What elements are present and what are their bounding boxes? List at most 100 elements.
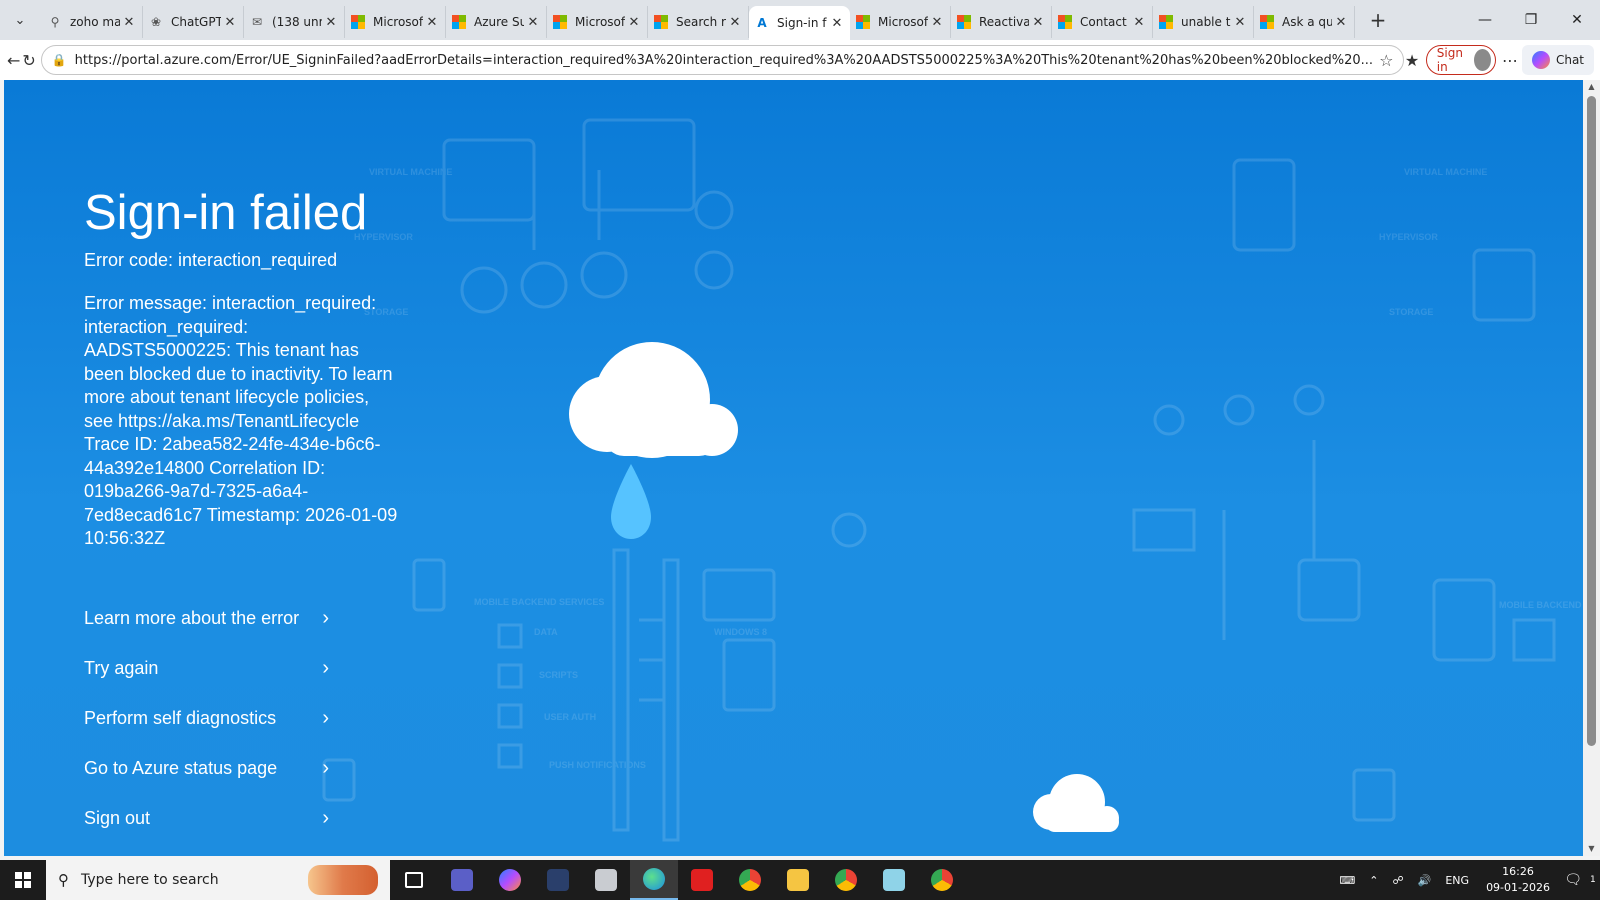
close-icon[interactable]: ✕ <box>627 15 641 30</box>
tab-label: Search re <box>676 15 726 29</box>
chevron-up-icon[interactable]: ⌃ <box>1362 874 1385 887</box>
address-bar[interactable]: 🔒 https://portal.azure.com/Error/UE_Sign… <box>40 45 1405 75</box>
search-highlight-image <box>308 865 378 895</box>
edge-button[interactable] <box>630 860 678 900</box>
file-explorer-button[interactable] <box>774 860 822 900</box>
scroll-down-icon[interactable]: ▼ <box>1583 842 1600 856</box>
browser-toolbar: ← ↻ 🔒 https://portal.azure.com/Error/UE_… <box>0 40 1600 80</box>
close-icon[interactable]: ✕ <box>830 16 844 31</box>
lock-icon[interactable]: 🔒 <box>52 53 67 67</box>
ssms-button[interactable] <box>534 860 582 900</box>
tab-6[interactable]: Search re✕ <box>648 6 749 38</box>
close-icon[interactable]: ✕ <box>526 15 540 30</box>
bg-label-user-auth: USER AUTH <box>544 712 596 722</box>
new-tab-button[interactable]: + <box>1363 5 1393 35</box>
microsoft-icon <box>1159 15 1173 29</box>
link-try-again[interactable]: Try again › <box>84 643 329 693</box>
page-scrollbar[interactable]: ▲ ▼ <box>1583 80 1600 856</box>
tab-8[interactable]: Microsof ✕ <box>850 6 951 38</box>
task-view-button[interactable] <box>390 860 438 900</box>
close-icon[interactable]: ✕ <box>1031 15 1045 30</box>
clock[interactable]: 16:26 09-01-2026 <box>1476 864 1560 896</box>
chrome-button[interactable] <box>726 860 774 900</box>
azure-icon: A <box>757 16 767 30</box>
tab-3[interactable]: Microsof ✕ <box>345 6 446 38</box>
tab-10[interactable]: Contact ✕ <box>1052 6 1153 38</box>
url-text[interactable]: https://portal.azure.com/Error/UE_Signin… <box>75 53 1373 68</box>
wps-office-button[interactable] <box>678 860 726 900</box>
mail-icon: ✉ <box>251 15 263 29</box>
tab-0[interactable]: ⚲ zoho ma ✕ <box>42 6 143 38</box>
tab-7[interactable]: A Sign-in f ✕ <box>749 6 850 40</box>
close-icon[interactable]: ✕ <box>728 15 742 30</box>
error-code: Error code: interaction_required <box>84 250 338 270</box>
chrome-profile-button[interactable] <box>822 860 870 900</box>
keyboard-icon[interactable]: ⌨ <box>1332 874 1362 887</box>
chrome-app-button[interactable] <box>918 860 966 900</box>
favorite-star-icon[interactable]: ☆ <box>1379 51 1393 70</box>
copilot-app-icon <box>499 869 521 891</box>
windows-logo-icon <box>15 872 31 888</box>
copilot-icon <box>1531 51 1550 69</box>
copilot-app-button[interactable] <box>486 860 534 900</box>
back-button[interactable]: ← <box>6 44 21 76</box>
snipping-tool-button[interactable] <box>582 860 630 900</box>
close-icon[interactable]: ✕ <box>122 15 136 30</box>
bg-label-hypervisor-right: HYPERVISOR <box>1379 232 1438 242</box>
scrollbar-thumb[interactable] <box>1587 96 1596 746</box>
taskbar-search[interactable]: ⚲ Type here to search <box>46 860 390 900</box>
copilot-chat-button[interactable]: Chat <box>1521 45 1594 75</box>
more-options-button[interactable]: ⋯ <box>1502 44 1518 76</box>
clock-time: 16:26 <box>1502 865 1534 878</box>
tab-12[interactable]: Ask a qu ✕ <box>1254 6 1355 38</box>
close-icon[interactable]: ✕ <box>324 15 338 30</box>
signin-label: Sign in <box>1436 46 1463 74</box>
teams-button[interactable] <box>438 860 486 900</box>
network-icon[interactable]: ☍ <box>1386 874 1411 887</box>
rain-cloud-icon <box>569 342 738 539</box>
plus-icon: + <box>1369 8 1387 32</box>
close-icon[interactable]: ✕ <box>1334 15 1348 30</box>
close-icon[interactable]: ✕ <box>223 15 237 30</box>
notification-center-button[interactable]: 🗨 1 <box>1560 860 1600 900</box>
link-azure-status[interactable]: Go to Azure status page › <box>84 743 329 793</box>
scroll-up-icon[interactable]: ▲ <box>1583 80 1600 94</box>
tab-11[interactable]: unable to✕ <box>1153 6 1254 38</box>
language-indicator[interactable]: ENG <box>1438 874 1476 887</box>
close-icon[interactable]: ✕ <box>425 15 439 30</box>
close-icon[interactable]: ✕ <box>1132 15 1146 30</box>
microsoft-icon <box>957 15 971 29</box>
search-icon: ⚲ <box>58 871 69 889</box>
volume-icon[interactable]: 🔊 <box>1411 874 1439 887</box>
refresh-button[interactable]: ↻ <box>21 44 36 76</box>
edge-icon <box>643 868 665 890</box>
link-learn-more[interactable]: Learn more about the error › <box>84 593 329 643</box>
microsoft-icon <box>1260 15 1274 29</box>
favorites-button[interactable]: ★ <box>1404 44 1419 76</box>
chevron-right-icon: › <box>322 656 329 679</box>
tab-1[interactable]: ❀ ChatGPT ✕ <box>143 6 244 38</box>
notepad-button[interactable] <box>870 860 918 900</box>
snipping-tool-icon <box>595 869 617 891</box>
profile-signin-button[interactable]: Sign in <box>1425 45 1496 75</box>
restore-button[interactable]: ❐ <box>1508 0 1554 40</box>
page-title: Sign-in failed <box>84 186 368 240</box>
tab-5[interactable]: Microsof ✕ <box>547 6 648 38</box>
tab-actions-menu[interactable]: ⌄ <box>6 6 34 34</box>
link-self-diagnostics[interactable]: Perform self diagnostics › <box>84 693 329 743</box>
close-window-button[interactable]: ✕ <box>1554 0 1600 40</box>
windows-taskbar: ⚲ Type here to search ⌨ ⌃ ☍ 🔊 ENG 16:26 … <box>0 860 1600 900</box>
tab-4[interactable]: Azure Su ✕ <box>446 6 547 38</box>
tab-label: Contact <box>1080 15 1127 29</box>
tab-9[interactable]: Reactivat✕ <box>951 6 1052 38</box>
window-controls: — ❐ ✕ <box>1462 0 1600 40</box>
link-sign-out[interactable]: Sign out › <box>84 793 329 843</box>
close-icon[interactable]: ✕ <box>1233 15 1247 30</box>
close-icon[interactable]: ✕ <box>930 15 944 30</box>
wps-office-icon <box>691 869 713 891</box>
tab-list: ⚲zoho ma✕❀ChatGPT✕✉(138 unre✕Microsof✕Az… <box>42 0 1355 40</box>
start-button[interactable] <box>0 860 46 900</box>
minimize-button[interactable]: — <box>1462 0 1508 40</box>
tab-2[interactable]: ✉ (138 unre✕ <box>244 6 345 38</box>
bg-label-virtual-machine-right: VIRTUAL MACHINE <box>1404 167 1487 177</box>
